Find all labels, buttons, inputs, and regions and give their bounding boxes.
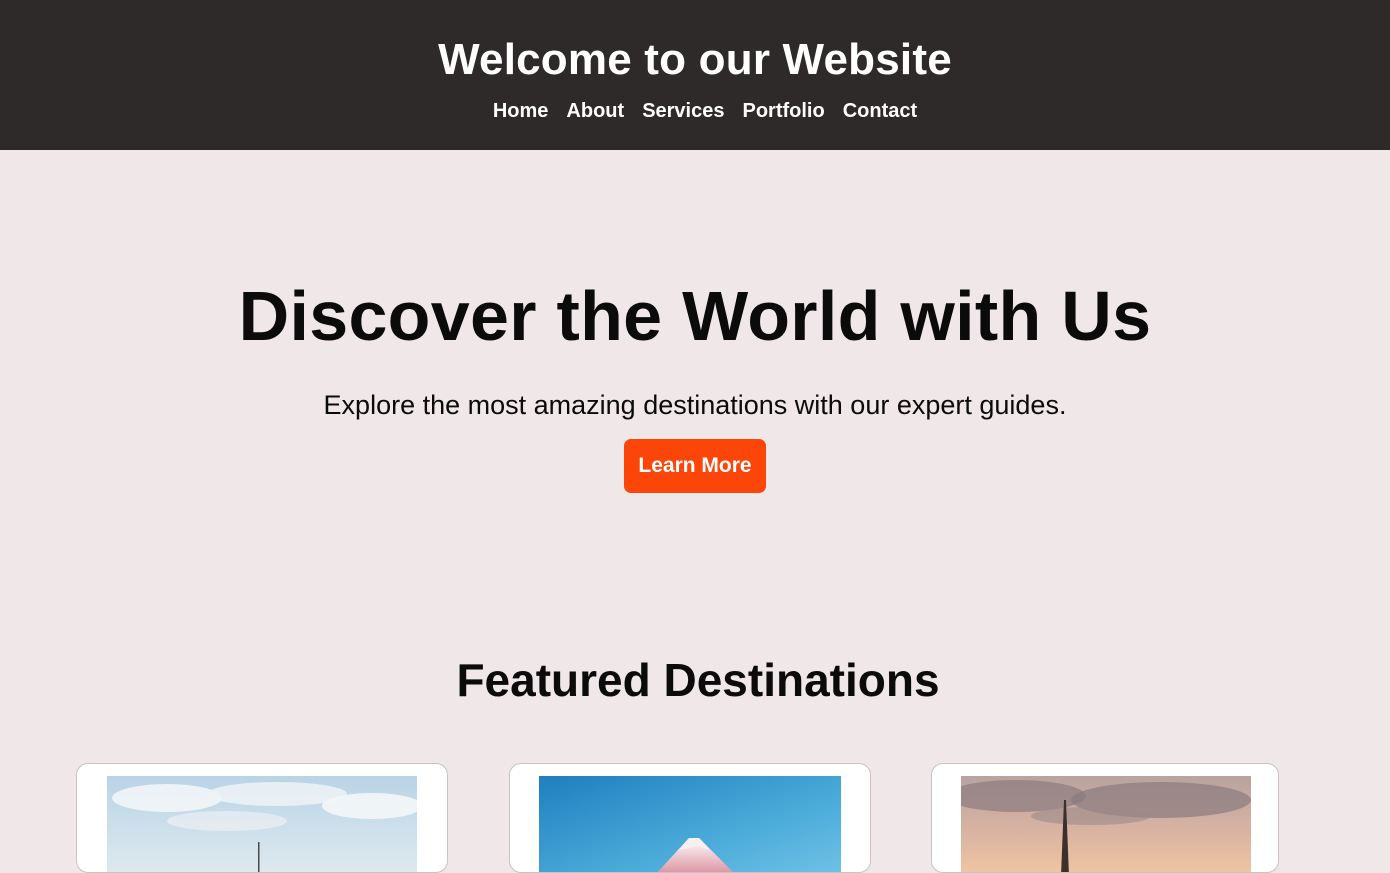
nav-link-about[interactable]: About [566, 98, 624, 124]
hero-title: Discover the World with Us [238, 277, 1152, 355]
hero-subtitle: Explore the most amazing destinations wi… [323, 390, 1067, 420]
destination-card-3[interactable] [931, 763, 1279, 873]
nav-link-home[interactable]: Home [493, 98, 549, 124]
eiffel-tower-image [961, 776, 1251, 872]
main-nav: Home About Services Portfolio Contact [473, 98, 917, 124]
learn-more-button[interactable]: Learn More [624, 439, 766, 493]
hero-section: Discover the World with Us Explore the m… [0, 150, 1390, 493]
site-header: Welcome to our Website Home About Servic… [0, 0, 1390, 150]
destination-card-2[interactable] [509, 763, 871, 873]
mountain-image [539, 776, 841, 872]
nav-link-services[interactable]: Services [642, 98, 724, 124]
site-title: Welcome to our Website [438, 35, 952, 84]
destination-card-1[interactable] [76, 763, 448, 873]
nav-link-portfolio[interactable]: Portfolio [742, 98, 824, 124]
featured-destinations-heading: Featured Destinations [456, 654, 940, 706]
nav-link-contact[interactable]: Contact [843, 98, 917, 124]
city-skyline-image [107, 776, 417, 872]
